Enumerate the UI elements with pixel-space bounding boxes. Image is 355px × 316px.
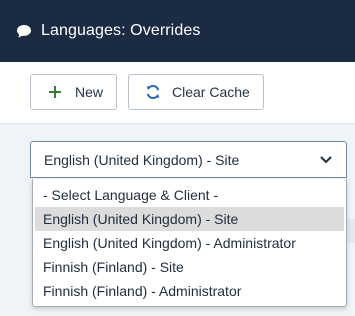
comment-icon — [15, 22, 33, 40]
option-label: - Select Language & Client - — [43, 187, 219, 203]
option-finnish-administrator[interactable]: Finnish (Finland) - Administrator — [35, 279, 344, 303]
new-button-label: New — [75, 84, 104, 100]
page-title: Languages: Overrides — [41, 22, 201, 39]
toolbar: New Clear Cache — [0, 62, 355, 124]
clear-cache-button-label: Clear Cache — [172, 84, 250, 100]
option-label: English (United Kingdom) - Site — [43, 211, 239, 227]
clear-cache-button[interactable]: Clear Cache — [128, 74, 264, 110]
option-english-uk-administrator[interactable]: English (United Kingdom) - Administrator — [35, 231, 344, 255]
option-english-uk-site[interactable]: English (United Kingdom) - Site — [35, 207, 344, 231]
language-options-list: - Select Language & Client - English (Un… — [32, 179, 347, 307]
option-label: Finnish (Finland) - Site — [43, 259, 184, 275]
option-select-language-client[interactable]: - Select Language & Client - — [35, 183, 344, 207]
language-client-select[interactable]: English (United Kingdom) - Site — [30, 141, 347, 178]
page-header: Languages: Overrides — [0, 0, 355, 62]
plus-icon — [47, 84, 63, 100]
select-current-value: English (United Kingdom) - Site — [44, 151, 240, 168]
option-label: English (United Kingdom) - Administrator — [43, 235, 296, 251]
new-button[interactable]: New — [30, 74, 117, 110]
option-finnish-site[interactable]: Finnish (Finland) - Site — [35, 255, 344, 279]
option-label: Finnish (Finland) - Administrator — [43, 283, 242, 299]
refresh-icon — [145, 84, 161, 100]
chevron-down-icon — [318, 152, 334, 168]
